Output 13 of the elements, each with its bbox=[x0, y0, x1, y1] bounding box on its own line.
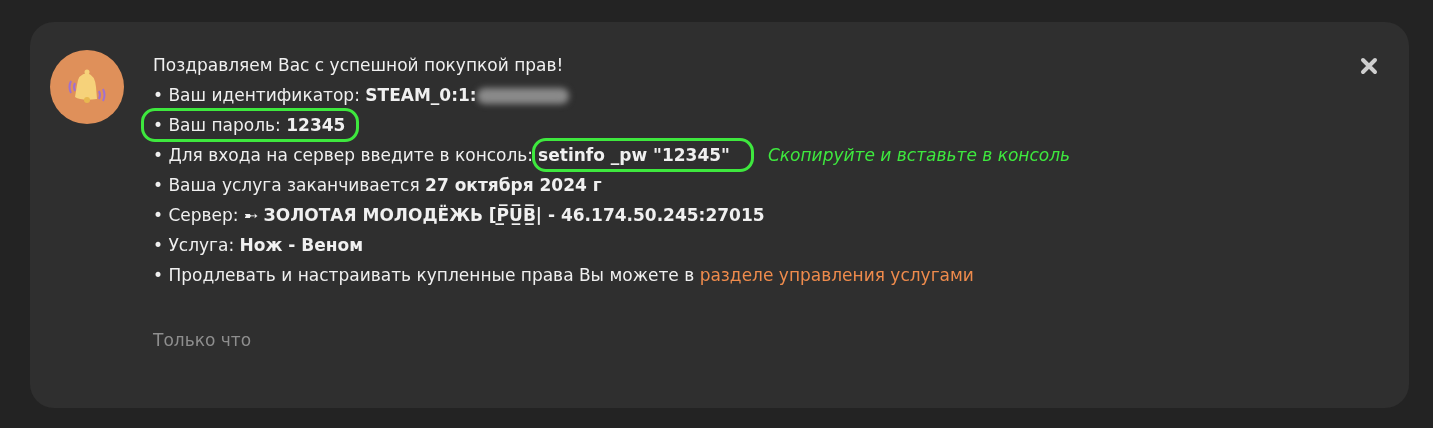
info-line: • Для входа на сервер введите в консоль: bbox=[153, 145, 534, 165]
info-line: • Ваш идентификатор: STEAM_0:1: bbox=[153, 85, 477, 105]
close-icon[interactable] bbox=[1359, 56, 1379, 76]
services-link[interactable]: разделе управления услугами bbox=[699, 265, 974, 285]
command-text: setinfo _pw "12345" bbox=[538, 145, 730, 165]
info-line: • Сервер: ➸ ЗОЛОТАЯ МОЛОДЁЖЬ [P̲̅U̲̅B̲̅| - 46.174.50.245:27015 bbox=[153, 205, 765, 225]
notification-title: Поздравляем Вас с успешной покупкой прав! bbox=[153, 54, 565, 77]
info-paragraph: • Продлевать и настраивать купленные права Вы можете в разделе управления услугами bbox=[153, 264, 975, 287]
info-line: • Ваш пароль: 12345 bbox=[153, 115, 346, 135]
timestamp: Только что bbox=[153, 329, 253, 352]
annotation-note: Скопируйте и вставьте в консоль bbox=[767, 145, 1071, 165]
info-line: • Ваша услуга заканчивается 27 октября 2024 г bbox=[153, 175, 602, 195]
info-line: • Услуга: Нож - Веном bbox=[153, 235, 364, 255]
